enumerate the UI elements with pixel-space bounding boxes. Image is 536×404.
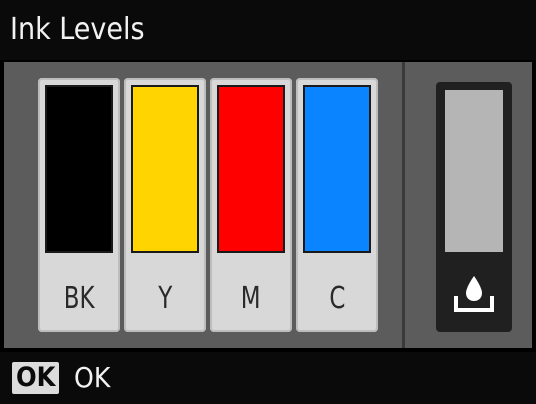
ok-button-icon[interactable]: OK: [12, 362, 60, 394]
ink-level-yellow: [131, 85, 199, 253]
cartridge-label-yellow: Y: [157, 281, 172, 316]
page-title: Ink Levels: [10, 12, 145, 47]
ink-level-magenta: [217, 85, 285, 253]
cartridge-label-cyan: C: [328, 281, 346, 316]
ink-levels-screen: Ink Levels BK Y M C OK OK: [0, 0, 536, 404]
cartridge-magenta: M: [210, 78, 292, 332]
ok-label: OK: [74, 361, 111, 394]
maintenance-box-level: [445, 90, 503, 252]
cartridge-label-magenta: M: [241, 281, 261, 316]
ink-level-black: [45, 85, 113, 253]
ink-level-cyan: [303, 85, 371, 253]
cartridge-label-black: BK: [63, 281, 95, 316]
cartridge-black: BK: [38, 78, 120, 332]
title-bar: Ink Levels: [0, 0, 536, 60]
cartridge-yellow: Y: [124, 78, 206, 332]
panel-divider: [402, 62, 405, 348]
ink-drop-tray-icon: [436, 272, 512, 316]
cartridge-cyan: C: [296, 78, 378, 332]
maintenance-box: [436, 82, 512, 332]
footer-bar: OK OK: [0, 352, 536, 404]
